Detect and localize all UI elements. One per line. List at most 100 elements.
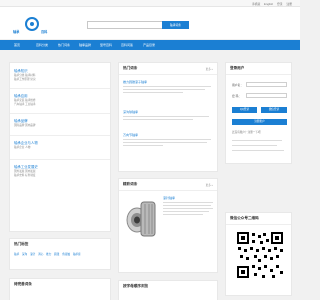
divider xyxy=(10,159,110,160)
text-line xyxy=(123,85,211,88)
nav-item-hot[interactable]: 热门词条 xyxy=(58,43,70,47)
main-nav: 首页 百科分类 热门词条 轴承品牌 型号百科 百科问答 产品目录 xyxy=(0,40,300,50)
hot-entry[interactable]: 万向节轴承 xyxy=(123,133,215,147)
hot-tags-title: 热门标签 xyxy=(14,242,29,246)
search-button[interactable]: 轴承词条 xyxy=(162,21,189,29)
hot-entry[interactable]: 深沟球轴承 xyxy=(123,110,215,121)
tag-item[interactable]: 轴承 xyxy=(14,252,19,256)
text-line xyxy=(123,138,211,141)
text-line xyxy=(163,213,203,216)
hot-entry-title[interactable]: 万向节轴承 xyxy=(123,133,215,137)
qr-panel: 微信公众号二维码 xyxy=(225,212,292,296)
divider xyxy=(10,135,110,136)
site-logo[interactable]: 轴承 百科 xyxy=(13,17,49,35)
sidebar-sub[interactable]: 国际品牌 国内品牌 xyxy=(14,124,35,128)
hot-entry-title[interactable]: 推力圆锥滚子轴承 xyxy=(123,80,215,84)
sidebar-head[interactable]: 轴承应用 xyxy=(14,93,35,98)
wechat-qr-code xyxy=(236,231,284,279)
nav-item-home[interactable]: 首页 xyxy=(14,43,20,47)
tag-item[interactable]: 调心 xyxy=(38,252,43,256)
hot-entries-panel: 热门词条 更多 » 推力圆锥滚子轴承 深沟球轴承 万向节轴承 xyxy=(118,62,218,172)
tag-item[interactable]: 轴承座 xyxy=(73,252,81,256)
text-line xyxy=(232,149,284,152)
hot-entry-title[interactable]: 深沟球轴承 xyxy=(123,110,215,114)
hot-entries-title: 热门词条 xyxy=(123,66,138,70)
featured-item-title[interactable]: 滚针轴承 xyxy=(163,196,215,200)
browse-title: 按字母顺序浏览 xyxy=(123,284,149,288)
sidebar-section-companies: 轴承企业与人物 轴承企业 人物 xyxy=(14,140,38,150)
recommend-panel: 待完善词条 xyxy=(9,278,111,300)
register-button[interactable]: 注册账户 xyxy=(232,119,287,125)
text-line xyxy=(123,118,193,121)
hot-tags-panel: 热门标签 轴承 深沟 滚针 调心 推力 圆锥 角接触 轴承座 xyxy=(9,238,111,270)
divider xyxy=(119,190,217,191)
featured-text: 滚针轴承 xyxy=(163,196,215,216)
username-label: 用户名： xyxy=(232,83,244,87)
nav-item-categories[interactable]: 百科分类 xyxy=(36,43,48,47)
sidebar-head[interactable]: 轴承工业发展史 xyxy=(14,164,38,169)
text-line xyxy=(232,139,282,142)
divider xyxy=(226,224,291,225)
divider xyxy=(10,88,110,89)
text-line xyxy=(163,210,209,213)
top-utility-bar: 手机版 English 登录 注册 xyxy=(0,0,300,7)
sidebar-sub[interactable]: 轴承史料 标准制度 xyxy=(14,174,38,178)
text-line xyxy=(123,88,205,91)
sidebar-section-application: 轴承应用 轴承安装 轴承维修 汽车轴承 工业轴承 xyxy=(14,93,35,106)
needle-bearing-image-icon xyxy=(123,196,159,240)
text-line xyxy=(232,144,277,147)
browse-panel: 按字母顺序浏览 xyxy=(118,280,218,300)
top-link-register[interactable]: 注册 xyxy=(286,2,292,6)
login-title: 登录用户 xyxy=(230,66,245,70)
sidebar-head[interactable]: 轴承知识 xyxy=(14,68,35,73)
sidebar-head[interactable]: 轴承品牌 xyxy=(14,118,35,123)
hot-entries-more-link[interactable]: 更多 » xyxy=(206,67,213,71)
featured-image[interactable] xyxy=(123,196,159,240)
tag-item[interactable]: 推力 xyxy=(46,252,51,256)
nav-item-qa[interactable]: 百科问答 xyxy=(121,43,133,47)
password-label: 密 码： xyxy=(232,94,242,98)
featured-title: 精彩词条 xyxy=(123,182,138,186)
qq-login-button[interactable]: QQ登录 xyxy=(232,107,257,113)
text-line xyxy=(123,91,183,94)
text-line xyxy=(163,201,213,204)
sidebar-sub[interactable]: 轴承企业 人物 xyxy=(14,146,38,150)
tag-item[interactable]: 滚针 xyxy=(30,252,35,256)
top-link-english[interactable]: English xyxy=(264,2,273,6)
featured-more-link[interactable]: 更多 » xyxy=(206,183,213,187)
qr-code-icon xyxy=(236,231,284,279)
username-field[interactable] xyxy=(246,82,287,87)
register-hint: 还没有账户？注册一下吧 xyxy=(232,131,261,134)
sidebar-sub[interactable]: 轴承工作原理 常识 xyxy=(14,78,35,82)
qr-title: 微信公众号二维码 xyxy=(230,216,259,220)
hot-entry[interactable]: 推力圆锥滚子轴承 xyxy=(123,80,215,94)
sidebar-section-history: 轴承工业发展史 国外发展 国内发展 轴承史料 标准制度 xyxy=(14,164,38,177)
wechat-login-button[interactable]: 微信登录 xyxy=(261,107,287,113)
sidebar-section-knowledge: 轴承知识 轴承分类 轴承材料 轴承工作原理 常识 xyxy=(14,68,35,81)
recommend-title: 待完善词条 xyxy=(14,282,32,286)
nav-item-brands[interactable]: 轴承品牌 xyxy=(79,43,91,47)
text-line xyxy=(123,144,163,147)
top-links: 手机版 English 登录 注册 xyxy=(249,2,292,6)
logo-mark-icon xyxy=(25,17,39,31)
sidebar-section-brands: 轴承品牌 国际品牌 国内品牌 xyxy=(14,118,35,128)
category-sidebar: 轴承知识 轴承分类 轴承材料 轴承工作原理 常识 轴承应用 轴承安装 轴承维修 … xyxy=(9,62,111,232)
sidebar-head[interactable]: 轴承企业与人物 xyxy=(14,140,38,145)
tag-item[interactable]: 深沟 xyxy=(22,252,27,256)
divider xyxy=(226,74,291,75)
logo-text-right: 百科 xyxy=(41,30,48,34)
text-line xyxy=(163,207,213,210)
nav-item-catalog[interactable]: 产品目录 xyxy=(143,43,155,47)
top-link-mobile[interactable]: 手机版 xyxy=(252,2,260,6)
tag-item[interactable]: 角接触 xyxy=(62,252,70,256)
login-panel: 登录用户 用户名： 密 码： QQ登录 微信登录 注册账户 还没有账户？注册一下… xyxy=(225,62,292,164)
featured-panel: 精彩词条 更多 » 滚针轴承 xyxy=(118,178,218,273)
sidebar-sub[interactable]: 汽车轴承 工业轴承 xyxy=(14,103,35,107)
password-field[interactable] xyxy=(246,93,287,98)
divider xyxy=(119,74,217,75)
tag-item[interactable]: 圆锥 xyxy=(54,252,59,256)
nav-item-models[interactable]: 型号百科 xyxy=(100,43,112,47)
text-line xyxy=(123,115,209,118)
tag-list: 轴承 深沟 滚针 调心 推力 圆锥 角接触 轴承座 xyxy=(14,252,108,256)
top-link-login[interactable]: 登录 xyxy=(277,2,283,6)
